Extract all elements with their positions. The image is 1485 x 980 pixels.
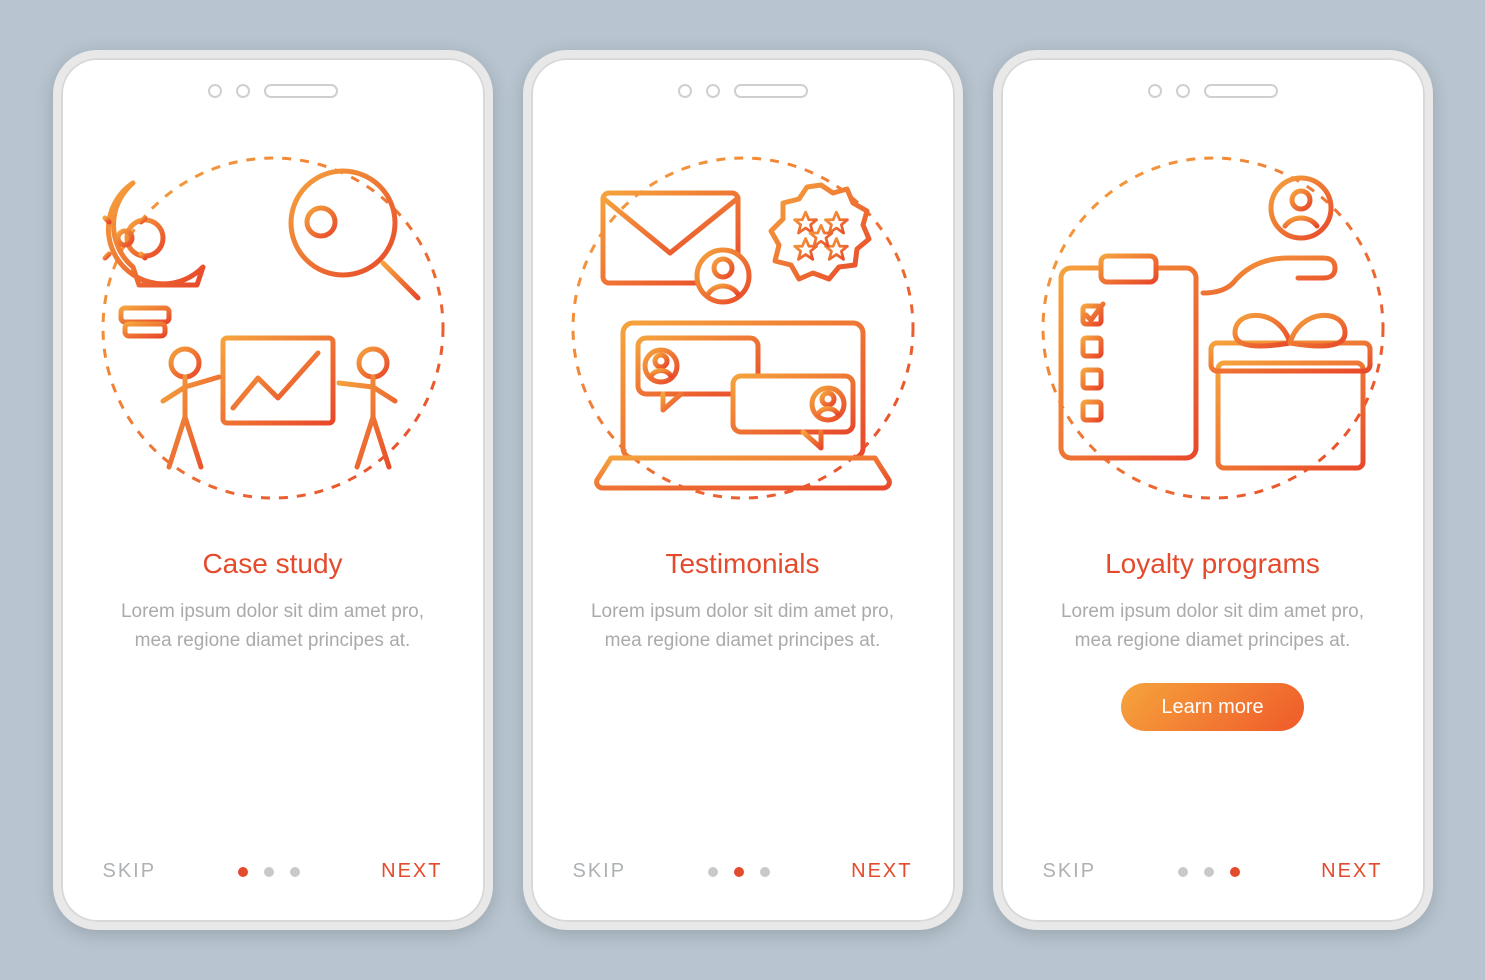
- onboarding-description: Lorem ipsum dolor sit dim amet pro, mea …: [1031, 598, 1395, 655]
- onboarding-footer: SKIP NEXT: [91, 859, 455, 884]
- presentation-people-icon: [163, 338, 395, 473]
- case-study-illustration: [91, 108, 455, 548]
- gift-box-icon: [1211, 315, 1370, 468]
- onboarding-screen-2: Testimonials Lorem ipsum dolor sit dim a…: [523, 50, 963, 930]
- phone-speaker: [1031, 76, 1395, 108]
- loyalty-programs-illustration: [1031, 108, 1395, 548]
- onboarding-footer: SKIP NEXT: [1031, 859, 1395, 884]
- onboarding-title: Testimonials: [561, 548, 925, 580]
- testimonials-illustration: [561, 108, 925, 548]
- page-indicator: [1178, 867, 1240, 877]
- clipboard-checklist-icon: [1061, 256, 1196, 458]
- dot-1[interactable]: [1178, 867, 1188, 877]
- dot-2[interactable]: [1204, 867, 1214, 877]
- onboarding-title: Loyalty programs: [1031, 548, 1395, 580]
- onboarding-description: Lorem ipsum dolor sit dim amet pro, mea …: [561, 598, 925, 655]
- lightbulb-gear-icon: [97, 183, 203, 336]
- dot-3[interactable]: [1230, 867, 1240, 877]
- dot-2[interactable]: [734, 867, 744, 877]
- page-indicator: [238, 867, 300, 877]
- laptop-chat-icon: [596, 323, 889, 488]
- page-indicator: [708, 867, 770, 877]
- dot-1[interactable]: [708, 867, 718, 877]
- next-button[interactable]: NEXT: [375, 859, 448, 884]
- phone-speaker: [561, 76, 925, 108]
- dot-2[interactable]: [264, 867, 274, 877]
- skip-button[interactable]: SKIP: [1037, 859, 1103, 884]
- skip-button[interactable]: SKIP: [97, 859, 163, 884]
- dot-3[interactable]: [290, 867, 300, 877]
- hand-avatar-icon: [1203, 178, 1335, 293]
- skip-button[interactable]: SKIP: [567, 859, 633, 884]
- envelope-avatar-icon: [603, 193, 749, 302]
- next-button[interactable]: NEXT: [1315, 859, 1388, 884]
- learn-more-button[interactable]: Learn more: [1121, 683, 1303, 731]
- onboarding-screen-1: Case study Lorem ipsum dolor sit dim ame…: [53, 50, 493, 930]
- dot-1[interactable]: [238, 867, 248, 877]
- onboarding-title: Case study: [91, 548, 455, 580]
- onboarding-description: Lorem ipsum dolor sit dim amet pro, mea …: [91, 598, 455, 655]
- next-button[interactable]: NEXT: [845, 859, 918, 884]
- onboarding-footer: SKIP NEXT: [561, 859, 925, 884]
- phone-speaker: [91, 76, 455, 108]
- onboarding-screen-3: Loyalty programs Lorem ipsum dolor sit d…: [993, 50, 1433, 930]
- magnifier-key-icon: [291, 171, 418, 298]
- dot-3[interactable]: [760, 867, 770, 877]
